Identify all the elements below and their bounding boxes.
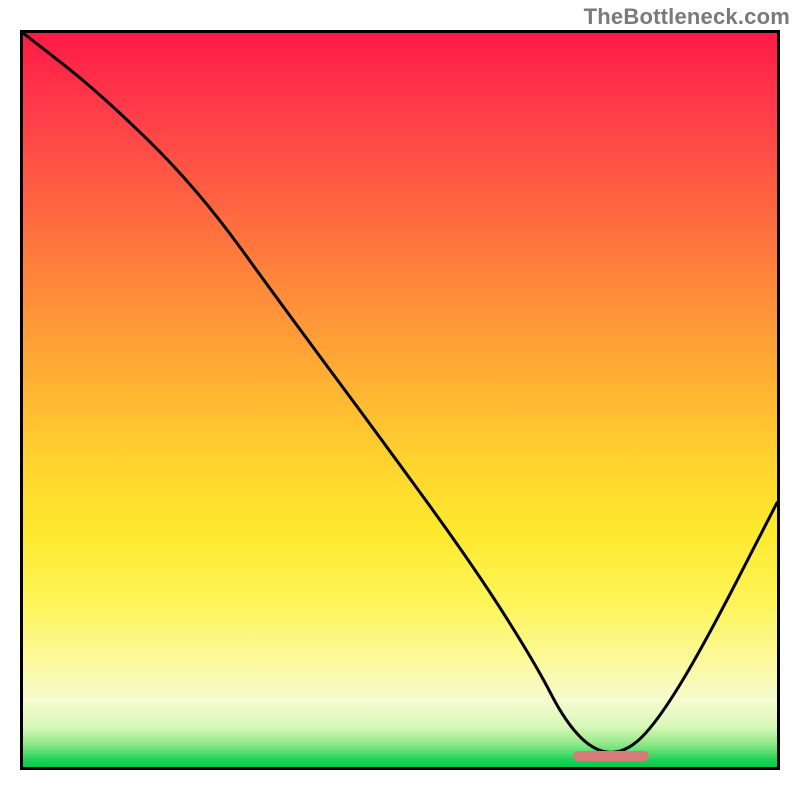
- optimal-range-marker: [573, 751, 648, 761]
- bottleneck-curve: [23, 33, 777, 767]
- plot-area: [20, 30, 780, 770]
- chart-frame: TheBottleneck.com: [0, 0, 800, 800]
- watermark-text: TheBottleneck.com: [584, 4, 790, 30]
